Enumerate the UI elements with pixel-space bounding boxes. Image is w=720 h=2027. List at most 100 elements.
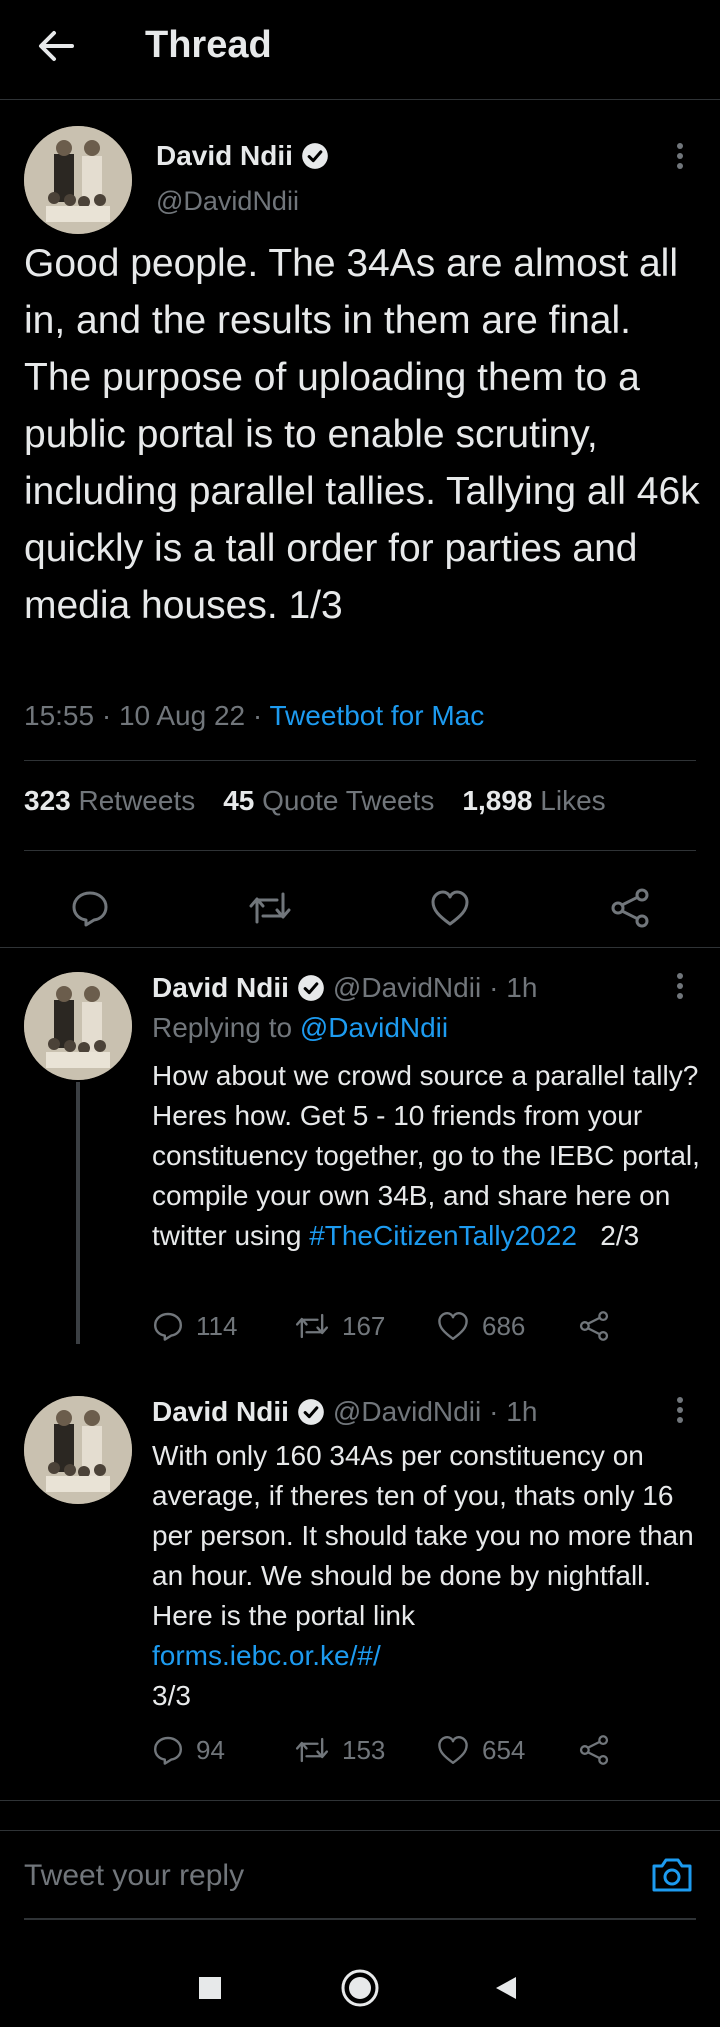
triangle-back-icon (496, 1977, 516, 1999)
thread-counter: 3/3 (152, 1680, 191, 1711)
page-title: Thread (145, 24, 272, 66)
retweet-button[interactable]: 153 (294, 1734, 385, 1766)
system-back-button[interactable] (478, 1960, 534, 2016)
avatar[interactable] (24, 1396, 132, 1504)
likes-count: 1,898 (462, 785, 533, 816)
avatar-photo-icon (24, 1396, 132, 1504)
arrow-left-icon (39, 31, 74, 61)
likes-label: Likes (540, 785, 606, 816)
author-name[interactable]: David Ndii (156, 140, 329, 172)
tweet-actions: 94 153 654 (152, 1734, 672, 1778)
reply-input[interactable] (24, 1849, 624, 1903)
reply-icon (154, 1736, 182, 1765)
more-options-button[interactable] (660, 136, 700, 176)
hashtag-link[interactable]: #TheCitizenTally2022 (309, 1220, 577, 1251)
divider (0, 1800, 720, 1801)
tweet-source-link[interactable]: Tweetbot for Mac (269, 700, 484, 731)
like-button[interactable]: 654 (436, 1734, 525, 1766)
tweet-meta: 15:55 · 10 Aug 22 · Tweetbot for Mac (24, 700, 484, 732)
verified-badge-icon (298, 975, 324, 1001)
recents-button[interactable] (182, 1960, 238, 2016)
reply-count: 114 (196, 1310, 238, 1341)
home-button[interactable] (332, 1960, 388, 2016)
share-button[interactable] (578, 1734, 610, 1766)
reply-icon (72, 891, 108, 927)
more-vertical-icon (677, 973, 683, 999)
tweet-text: Good people. The 34As are almost all in,… (24, 242, 700, 627)
reply-icon (154, 1312, 182, 1341)
like-count: 686 (482, 1310, 526, 1341)
avatar[interactable] (24, 972, 132, 1080)
reply-button[interactable]: 94 (152, 1734, 225, 1766)
author-name[interactable]: David Ndii (152, 972, 325, 1004)
tweet-text: How about we crowd source a parallel tal… (152, 1056, 700, 1256)
reply-header: David Ndii @DavidNdii · 1h (152, 1396, 537, 1428)
like-button[interactable] (418, 876, 482, 940)
avatar-photo-icon (24, 972, 132, 1080)
author-handle[interactable]: @DavidNdii (333, 972, 481, 1004)
replying-to-label: Replying to (152, 1012, 293, 1043)
author-name-text: David Ndii (152, 972, 289, 1003)
compose-underline (24, 1918, 696, 1920)
system-navigation-bar (0, 1940, 720, 2027)
tweet-time: 15:55 (24, 700, 95, 731)
heart-icon (431, 890, 469, 926)
author-name-text: David Ndii (156, 140, 293, 171)
avatar[interactable] (24, 126, 132, 234)
divider (24, 760, 696, 761)
reply-count: 94 (196, 1734, 225, 1765)
tweet-date: 10 Aug 22 (118, 700, 246, 731)
author-name[interactable]: David Ndii (152, 1396, 325, 1428)
avatar-photo-icon (24, 126, 132, 234)
tweet-time: · 1h (489, 1396, 538, 1427)
portal-link[interactable]: forms.iebc.or.ke/#/ (152, 1636, 700, 1676)
retweet-icon (249, 892, 291, 924)
reply-compose-bar (0, 1830, 720, 1920)
share-button[interactable] (598, 876, 662, 940)
retweets-label: Retweets (78, 785, 196, 816)
retweet-icon (295, 1313, 329, 1339)
share-icon (579, 1735, 609, 1765)
like-count: 654 (482, 1734, 526, 1765)
more-options-button[interactable] (660, 1390, 700, 1430)
author-handle[interactable]: @DavidNdii (156, 186, 299, 217)
retweet-button[interactable] (238, 876, 302, 940)
divider (0, 947, 720, 948)
heart-icon (438, 1736, 468, 1764)
retweets-count: 323 (24, 785, 71, 816)
retweet-button[interactable]: 167 (294, 1310, 385, 1342)
like-button[interactable]: 686 (436, 1310, 525, 1342)
verified-badge-icon (302, 143, 328, 169)
camera-button[interactable] (648, 1851, 696, 1899)
tweet-actions (0, 858, 720, 958)
more-vertical-icon (677, 1397, 683, 1423)
thread-screen: Thread David Ndii @DavidNdii Good people… (0, 0, 720, 2027)
retweets-stat[interactable]: 323 Retweets (24, 785, 195, 817)
quotes-stat[interactable]: 45 Quote Tweets (223, 785, 434, 817)
tweet-text: With only 160 34As per constituency on a… (152, 1436, 700, 1716)
tweet-stats: 323 Retweets 45 Quote Tweets 1,898 Likes (24, 785, 606, 817)
thread-connector-line (76, 1082, 80, 1344)
divider (24, 850, 696, 851)
back-button[interactable] (24, 20, 88, 72)
more-vertical-icon (677, 143, 683, 169)
more-options-button[interactable] (660, 966, 700, 1006)
heart-icon (438, 1312, 468, 1340)
thread-counter: 2/3 (576, 1220, 640, 1251)
top-bar: Thread (0, 0, 720, 100)
home-circle-icon (341, 1969, 379, 2007)
reply-button[interactable] (58, 876, 122, 940)
tweet-text-body: With only 160 34As per constituency on a… (152, 1440, 694, 1631)
replying-to-handle[interactable]: @DavidNdii (300, 1012, 448, 1043)
share-icon (611, 888, 649, 928)
likes-stat[interactable]: 1,898 Likes (462, 785, 605, 817)
author-handle[interactable]: @DavidNdii (333, 1396, 481, 1428)
verified-badge-icon (298, 1399, 324, 1425)
author-name-text: David Ndii (152, 1396, 289, 1427)
reply-button[interactable]: 114 (152, 1310, 237, 1342)
retweet-count: 153 (342, 1734, 386, 1765)
share-button[interactable] (578, 1310, 610, 1342)
quotes-count: 45 (223, 785, 255, 816)
quotes-label: Quote Tweets (262, 785, 435, 816)
camera-icon (652, 1858, 692, 1892)
